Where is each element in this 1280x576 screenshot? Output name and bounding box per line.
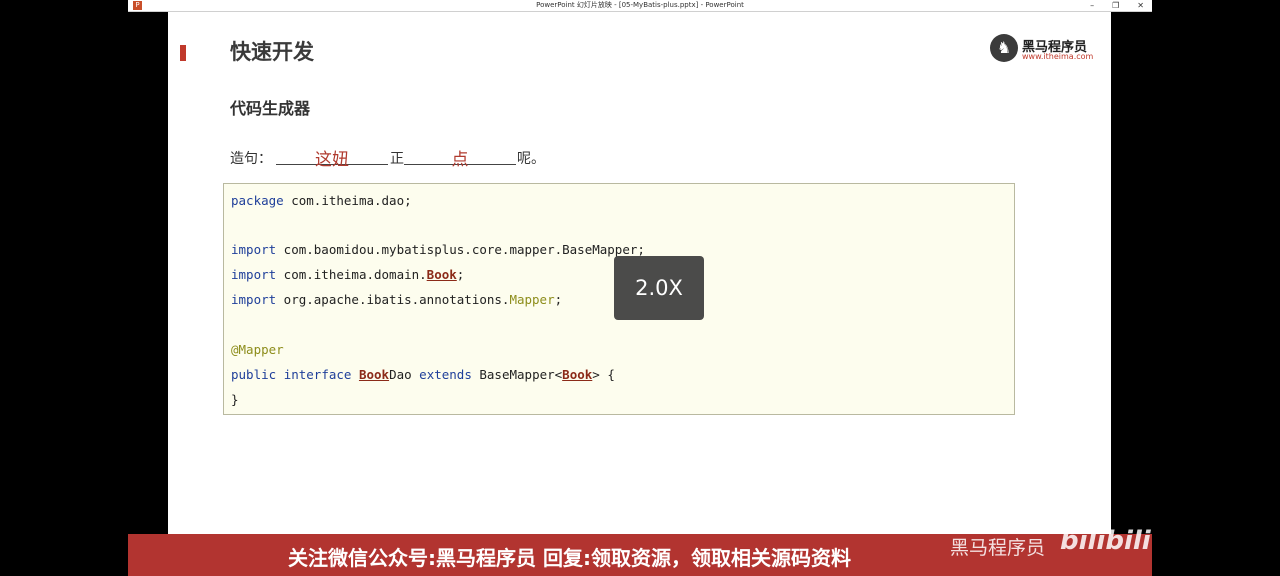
banner-text: 关注微信公众号:黑马程序员 回复:领取资源，领取相关源码资料 xyxy=(288,546,851,570)
window-title: PowerPoint 幻灯片放映 - [05-MyBatis-plus.pptx… xyxy=(536,1,744,9)
brand-logo: ♞ 黑马程序员 www.itheima.com xyxy=(990,34,1094,64)
blank-word-1: 这妞 xyxy=(315,150,349,170)
slide-title: 快速开发 xyxy=(230,40,314,64)
watermark-text: 黑马程序员 xyxy=(950,537,1046,559)
minimize-button[interactable]: – xyxy=(1090,0,1094,11)
code-line-close-brace: } xyxy=(231,392,239,407)
code-line-import-mapper: import org.apache.ibatis.annotations.Map… xyxy=(231,292,563,307)
code-line-import-basemapper: import com.baomidou.mybatisplus.core.map… xyxy=(231,242,645,257)
code-line-package: package com.itheima.dao; xyxy=(231,193,412,208)
window-title-bar: P PowerPoint 幻灯片放映 - [05-MyBatis-plus.pp… xyxy=(128,0,1152,12)
code-line-interface: public interface BookDao extends BaseMap… xyxy=(231,367,615,382)
slide-subtitle: 代码生成器 xyxy=(230,99,311,118)
bilibili-logo: bilibili xyxy=(1060,526,1151,556)
code-line-import-book: import com.itheima.domain.Book; xyxy=(231,267,465,282)
logo-url: www.itheima.com xyxy=(1022,52,1094,61)
sentence-middle: 正 xyxy=(390,151,404,167)
restore-button[interactable]: ❐ xyxy=(1112,0,1119,11)
blank-word-2: 点 xyxy=(451,150,469,170)
code-line-annotation: @Mapper xyxy=(231,342,284,357)
playback-speed-indicator: 2.0X xyxy=(614,256,704,320)
sentence-suffix: 呢。 xyxy=(517,151,545,167)
close-button[interactable]: ✕ xyxy=(1137,0,1144,11)
sentence-prefix: 造句： xyxy=(230,151,272,167)
title-accent-bar xyxy=(180,45,186,61)
horse-logo-icon: ♞ xyxy=(990,34,1018,62)
